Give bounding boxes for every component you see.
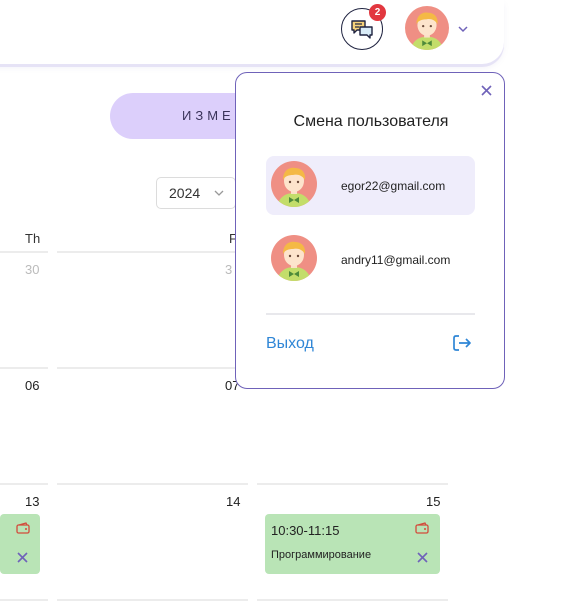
calendar-date: 13 (25, 494, 40, 509)
popup-title: Смена пользователя (293, 113, 449, 130)
chevron-down-icon[interactable] (456, 24, 470, 34)
event-time: 10:30-11:15 (271, 523, 340, 538)
avatar (271, 161, 317, 207)
grid-line (0, 599, 48, 601)
grid-line (257, 483, 448, 485)
calendar-date: 06 (25, 378, 40, 393)
user-email: egor22@gmail.com (341, 179, 446, 193)
close-icon[interactable] (17, 552, 28, 563)
wallet-icon (16, 522, 30, 534)
chat-bubbles-icon (351, 20, 373, 39)
chevron-down-icon (214, 190, 224, 196)
grid-line (57, 483, 248, 485)
grid-line (0, 483, 48, 485)
grid-line (0, 367, 48, 369)
calendar-date: 15 (426, 494, 441, 509)
user-email: andry11@gmail.com (341, 253, 451, 267)
event-card-partial[interactable] (0, 514, 40, 574)
grid-line (0, 251, 48, 253)
day-header-thursday: Th (25, 231, 41, 246)
wallet-icon (415, 522, 429, 534)
logout-link[interactable]: Выход (266, 335, 314, 353)
year-select[interactable]: 2024 (156, 177, 236, 209)
grid-line (57, 599, 248, 601)
grid-line (57, 251, 248, 253)
close-icon[interactable] (417, 552, 428, 563)
grid-line (57, 367, 248, 369)
grid-line (257, 599, 448, 601)
user-option[interactable]: andry11@gmail.com (266, 230, 475, 289)
calendar-date: 14 (226, 494, 241, 509)
logout-icon[interactable] (452, 334, 472, 352)
user-option[interactable]: egor22@gmail.com (266, 156, 475, 215)
event-card[interactable]: 10:30-11:15 Программирование (265, 514, 440, 574)
avatar (271, 235, 317, 281)
calendar-date: 3 (225, 262, 233, 277)
close-icon[interactable] (481, 85, 492, 96)
event-title: Программирование (271, 549, 372, 561)
notification-badge: 2 (369, 4, 386, 21)
user-switch-popup: Смена пользователя egor22@gmail.com andr… (235, 72, 505, 389)
user-avatar-button[interactable] (405, 6, 449, 50)
divider (266, 313, 475, 315)
year-select-value: 2024 (169, 185, 201, 201)
calendar-date: 30 (25, 262, 40, 277)
